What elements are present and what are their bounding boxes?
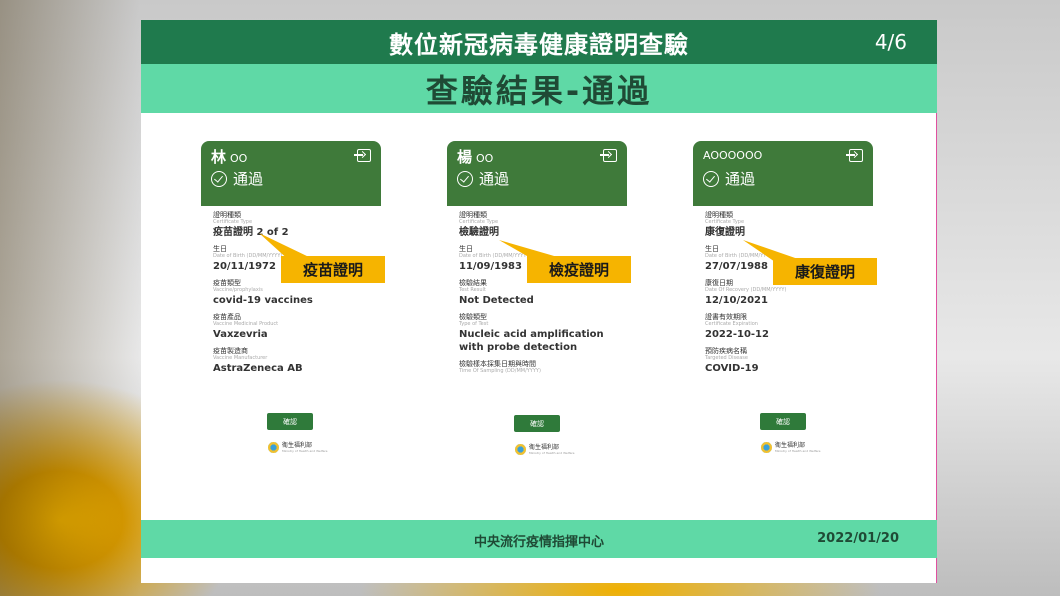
background-shadow [0, 0, 140, 596]
confirm-button[interactable]: 確認 [514, 415, 560, 432]
ministry-emblem-icon [761, 441, 772, 453]
callout-pointers [259, 233, 801, 266]
slide: 數位新冠病毒健康證明查驗 4/6 查驗結果-通過 林 OO 通過 證明種類 Cert… [141, 20, 937, 583]
ministry-name-en: Ministry of Health and Welfare [775, 448, 821, 453]
footer-date: 2022/01/20 [817, 531, 899, 546]
ministry-name: 衛生福利部 [282, 441, 313, 449]
ministry-logo: 衛生福利部 Ministry of Health and Welfare [268, 440, 327, 454]
callout-recovery: 康復證明 [773, 258, 877, 285]
ministry-name-en: Ministry of Health and Welfare [529, 450, 575, 455]
ministry-name: 衛生福利部 [529, 443, 560, 451]
callout-vaccine: 疫苗證明 [281, 256, 385, 283]
callout-test: 檢疫證明 [527, 256, 631, 283]
ministry-name: 衛生福利部 [775, 441, 806, 449]
confirm-button[interactable]: 確認 [760, 413, 806, 430]
ministry-emblem-icon [268, 441, 279, 453]
ministry-name-en: Ministry of Health and Welfare [282, 448, 328, 453]
footer-bar: 中央流行疫情指揮中心 2022/01/20 [141, 520, 937, 558]
ministry-logo: 衛生福利部 Ministry of Health and Welfare [761, 440, 820, 454]
ministry-logo: 衛生福利部 Ministry of Health and Welfare [515, 442, 574, 456]
ministry-emblem-icon [515, 443, 526, 455]
confirm-button[interactable]: 確認 [267, 413, 313, 430]
